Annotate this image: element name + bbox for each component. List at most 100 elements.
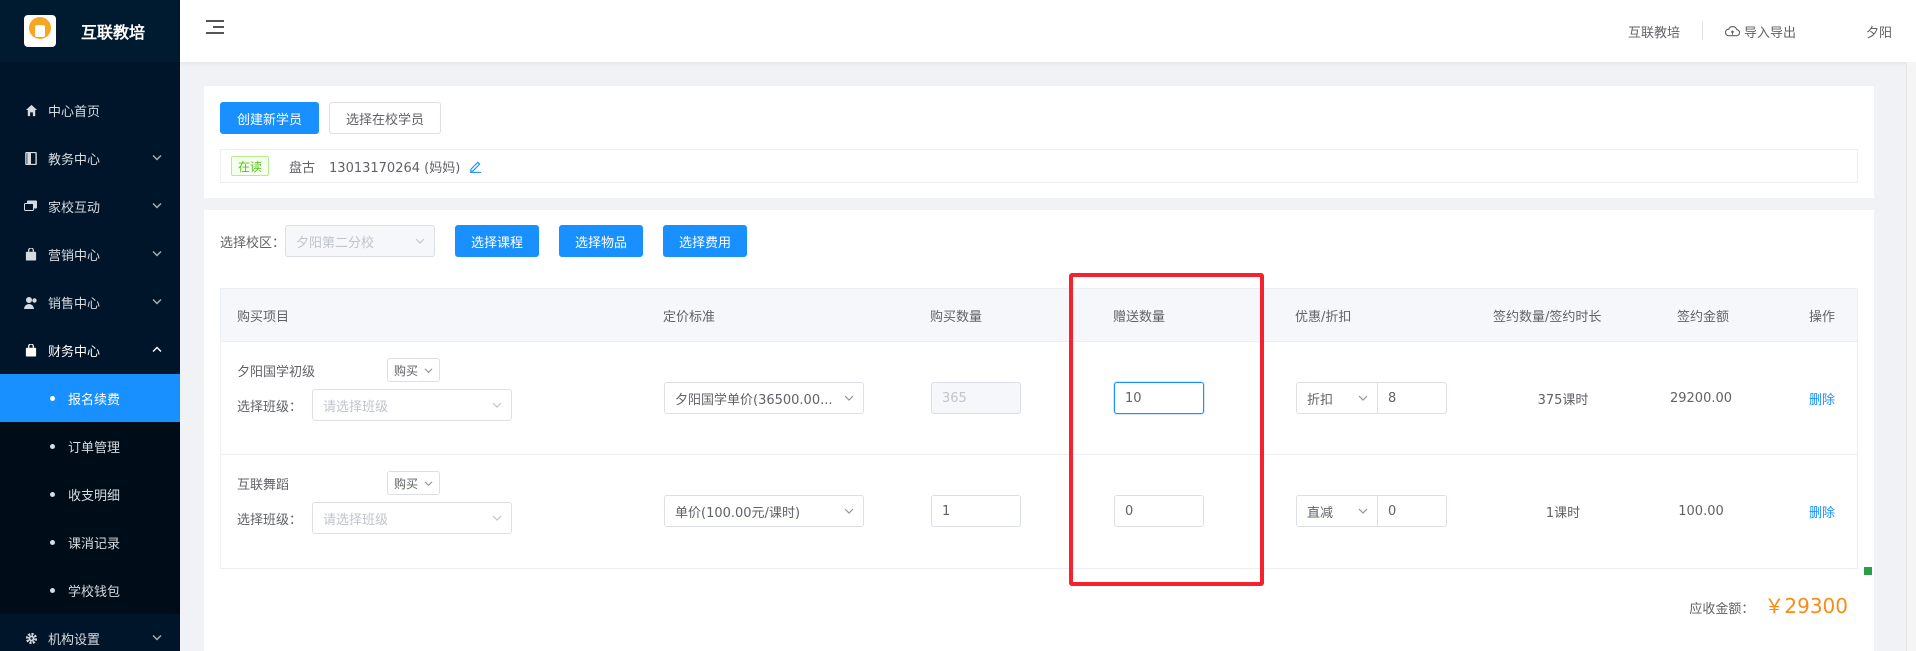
quantity-input[interactable]: 1 [931,495,1021,527]
sidebar-item-income-expense[interactable]: 收支明细 [0,470,180,518]
campus-value: 夕阳第二分校 [296,235,375,251]
cloud-icon [1724,25,1740,37]
student-card: 创建新学员 选择在校学员 在读 盘古 13013170264 (妈妈) [204,86,1874,198]
top-header: 互联教培 导入导出 夕阳 [180,0,1916,62]
bullet-icon [50,539,55,545]
select-course-button[interactable]: 选择课程 [455,225,540,257]
create-student-button[interactable]: 创建新学员 [220,102,320,134]
class-placeholder: 请选择班级 [323,399,389,415]
discount-type-value: 直减 [1307,505,1334,521]
gift-quantity-input[interactable]: 0 [1114,495,1204,527]
class-select[interactable]: 请选择班级 [312,389,512,421]
chevron-up-icon [152,345,162,356]
header-actions: 互联教培 导入导出 夕阳 [1628,0,1892,62]
sidebar-item-label: 财务中心 [48,344,101,360]
select-student-button[interactable]: 选择在校学员 [329,102,442,134]
class-placeholder: 请选择班级 [323,512,389,528]
chevron-down-icon [424,479,433,488]
chevron-down-icon [414,235,426,247]
class-select[interactable]: 请选择班级 [312,502,512,534]
purchase-type-value: 购买 [387,358,441,382]
student-info-bar: 在读 盘古 13013170264 (妈妈) [220,149,1858,183]
total-value: ￥29300 [1764,594,1848,618]
col-header-pricing: 定价标准 [663,310,716,325]
class-label: 选择班级： [237,399,303,415]
resize-handle[interactable] [1864,567,1872,575]
discount-value-input[interactable]: 8 [1377,382,1447,414]
school-logo [24,15,56,47]
class-label: 选择班级： [237,512,303,528]
import-export-label: 导入导出 [1743,25,1796,41]
purchase-type-select[interactable]: 购买 [387,358,441,382]
page-scrollbar[interactable] [1906,62,1916,651]
org-link[interactable]: 互联教培 [1628,22,1680,41]
user-name[interactable]: 夕阳 [1866,22,1892,41]
sidebar-item-label: 收支明细 [68,488,121,504]
sidebar-item-orders[interactable]: 订单管理 [0,422,180,470]
purchase-type-label: 购买 [394,363,419,378]
chevron-down-icon [152,297,162,308]
status-badge: 在读 [231,156,270,176]
chevron-down-icon [152,633,162,644]
col-header-quantity: 购买数量 [930,310,983,325]
bag-icon [24,247,38,261]
pricing-value: 夕阳国学单价(36500.00... [675,392,833,408]
gear-icon [24,631,38,645]
discount-type-value: 折扣 [1307,392,1334,408]
sidebar-item-label: 营销中心 [48,248,101,264]
purchase-type-select[interactable]: 购买 [387,471,441,495]
campus-label: 选择校区： [220,235,286,251]
pricing-select[interactable]: 夕阳国学单价(36500.00... [664,382,864,414]
sidebar-item-lesson-records[interactable]: 课消记录 [0,518,180,566]
item-name: 互联舞蹈 [237,477,290,493]
chevron-down-icon [843,392,855,404]
student-phone: 13013170264 (妈妈) [329,160,461,176]
purchase-type-label: 购买 [394,476,419,491]
quantity-input[interactable]: 365 [931,382,1021,414]
edit-icon[interactable] [468,159,482,173]
wallet-icon [24,343,38,357]
sidebar-item-label: 中心首页 [48,104,101,120]
delete-button[interactable]: 删除 [1809,382,1835,414]
sidebar-item-finance[interactable]: 财务中心 [0,326,180,374]
table-row: 夕阳国学初级 购买 选择班级： 请选择班级 夕阳国学单价(36500.00...… [221,342,1857,455]
discount-type-select[interactable]: 折扣 [1296,382,1378,414]
gift-quantity-input[interactable]: 10 [1114,382,1204,414]
discount-value-input[interactable]: 0 [1377,495,1447,527]
chevron-down-icon [424,366,433,375]
sidebar-item-marketing[interactable]: 营销中心 [0,230,180,278]
sidebar-item-label: 订单管理 [68,440,121,456]
sidebar-item-enroll-renew[interactable]: 报名续费 [0,374,180,422]
sidebar-item-school-wallet[interactable]: 学校钱包 [0,566,180,614]
people-icon [24,295,38,309]
amount-value: 100.00 [1678,503,1724,519]
sidebar-item-org-settings[interactable]: 机构设置 [0,614,180,651]
chevron-down-icon [491,512,503,524]
home-icon [24,103,38,117]
campus-select[interactable]: 夕阳第二分校 [285,225,436,257]
student-toolbar: 创建新学员 选择在校学员 [220,102,442,134]
select-fee-button[interactable]: 选择费用 [663,225,748,257]
purchase-type-value: 购买 [387,471,441,495]
menu-fold-icon[interactable] [206,20,224,36]
finance-submenu: 报名续费 订单管理 收支明细 课消记录 学校钱包 [0,374,180,614]
col-header-action: 操作 [1809,310,1836,325]
discount-type-select[interactable]: 直减 [1296,495,1378,527]
pricing-value: 单价(100.00元/课时) [675,505,801,521]
pricing-select[interactable]: 单价(100.00元/课时) [664,495,864,527]
brand-name: 互联教培 [81,23,146,42]
divider [1701,22,1703,40]
total-amount: 应收金额： ￥29300 [1689,590,1848,619]
sidebar-item-sales[interactable]: 销售中心 [0,278,180,326]
import-export-link[interactable]: 导入导出 [1724,22,1796,41]
chevron-down-icon [1357,505,1369,517]
delete-button[interactable]: 删除 [1809,495,1835,527]
sidebar-item-academic[interactable]: 教务中心 [0,134,180,182]
sidebar-item-home-school[interactable]: 家校互动 [0,182,180,230]
order-toolbar: 选择校区： 夕阳第二分校 选择课程 选择物品 选择费用 [220,225,748,257]
bullet-icon [50,587,55,593]
chevron-down-icon [843,505,855,517]
select-item-button[interactable]: 选择物品 [559,225,644,257]
sidebar-item-label: 课消记录 [68,536,121,552]
sidebar-item-home[interactable]: 中心首页 [0,86,180,134]
